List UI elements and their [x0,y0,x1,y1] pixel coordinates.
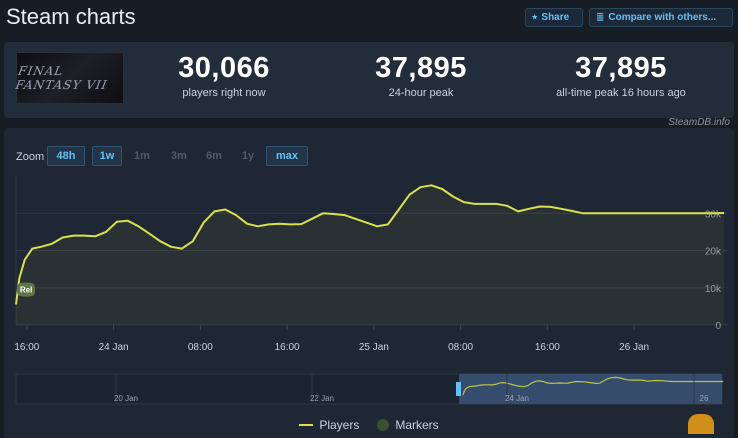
stat-alltime-peak-value: 37,895 [575,52,667,84]
corner-decoration [688,414,714,434]
players-area [16,185,725,325]
x-tick-label: 08:00 [448,342,473,353]
stat-alltime-peak: 37,895 all-time peak 16 hours ago [526,52,716,99]
stat-current: 30,066 players right now [129,52,319,99]
navigator-label: 26 [700,394,709,403]
compare-label: Compare with others... [608,12,717,23]
stats-panel: FINAL FANTASY VII 30,066 players right n… [4,42,734,118]
navigator-left-handle [456,382,461,396]
share-label: Share [541,12,570,23]
compare-icon: ≣ [596,11,605,23]
chart-legend: Players Markers [4,418,734,432]
steamdb-credit: SteamDB.info [668,117,730,128]
chart-panel: SteamDB.info Zoom 48h 1w 1m 3m 6m 1y max 0 10k 2… [4,117,734,438]
stat-current-label: players right now [182,87,266,99]
x-tick-label: 16:00 [275,342,300,353]
legend-markers[interactable]: Markers [377,418,439,432]
release-marker-label: Rel [20,286,32,295]
legend-players-label: Players [319,418,360,432]
x-tick-label: 26 Jan [619,342,649,353]
stat-24h-peak-value: 37,895 [375,52,467,84]
markers-dot-swatch [377,419,390,431]
page-title: Steam charts [6,4,136,29]
x-tick-label: 16:00 [14,342,39,353]
legend-players[interactable]: Players [299,418,359,432]
game-logo[interactable]: FINAL FANTASY VII [14,52,124,104]
player-chart[interactable]: 010k20k30k16:00 24 Jan 08:00 16:00 25 Jan 08:… [4,128,734,438]
navigator-label: 22 Jan [310,394,334,403]
share-icon: ⭑ [532,11,538,23]
stat-24h-peak: 37,895 24-hour peak [326,52,516,99]
x-tick-label: 25 Jan [359,342,389,353]
share-button[interactable]: ⭑ Share [525,8,583,27]
x-tick-label: 16:00 [535,342,560,353]
game-logo-text: FINAL FANTASY VII [14,64,109,92]
navigator-label: 24 Jan [505,394,529,403]
stat-alltime-peak-label: all-time peak 16 hours ago [556,87,686,99]
players-line-swatch [299,424,314,426]
x-tick-label: 08:00 [188,342,213,353]
x-tick-label: 24 Jan [99,342,129,353]
compare-button[interactable]: ≣ Compare with others... [589,8,733,27]
stat-current-value: 30,066 [178,52,270,84]
stat-24h-peak-label: 24-hour peak [388,87,454,99]
navigator-selection [459,374,722,404]
legend-markers-label: Markers [395,418,439,432]
navigator-label: 20 Jan [114,394,138,403]
